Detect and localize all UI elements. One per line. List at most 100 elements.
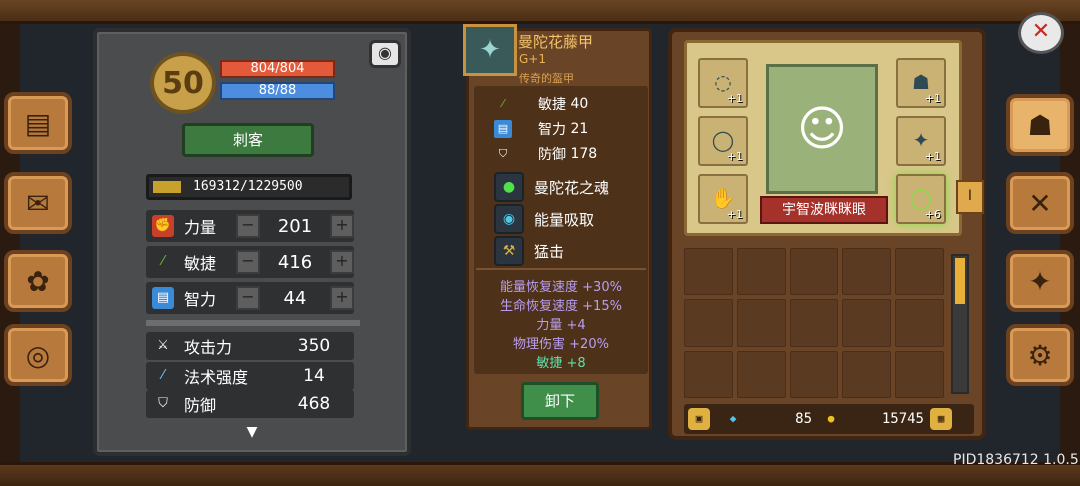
- stat-label: 力量: [184, 218, 217, 237]
- skill-mandala-soul[interactable]: ● 曼陀花之魂: [494, 172, 609, 202]
- chevron-down-icon[interactable]: ▼: [228, 424, 276, 440]
- book-icon: ▤: [152, 287, 174, 309]
- item-stat-intelligence: ▤ 智力 21: [494, 119, 588, 139]
- inventory-slot[interactable]: [684, 350, 733, 398]
- grid-menu-icon[interactable]: ▦: [930, 408, 952, 430]
- increase-button[interactable]: +: [330, 250, 354, 274]
- inventory-slot[interactable]: [789, 299, 839, 347]
- gold-coin-icon: ●: [827, 412, 835, 425]
- item-grade: G+1: [519, 52, 546, 66]
- item-stat-value: 40: [570, 96, 589, 112]
- side-tab-settings[interactable]: ⚙: [1006, 324, 1074, 386]
- gear-icon: ⚙: [1027, 338, 1053, 372]
- scroll-icon: ✉: [26, 186, 50, 220]
- unequip-button[interactable]: 卸下: [521, 382, 599, 420]
- wand-icon: ⁄: [152, 365, 174, 387]
- level-badge: 50: [150, 52, 216, 114]
- version-label: PID1836712 1.0.5: [953, 452, 1079, 468]
- ring-icon: ◯: [711, 128, 735, 152]
- slot-level: +1: [924, 92, 941, 105]
- equip-slot-armor[interactable]: ✦ +1: [896, 116, 946, 166]
- slot-level: +1: [726, 150, 743, 163]
- fist-icon: ✊: [152, 215, 174, 237]
- gauntlet-icon: ✋: [710, 186, 736, 210]
- inventory-slot[interactable]: [895, 350, 944, 398]
- inventory-grid: [684, 248, 944, 398]
- attr-value: 14: [303, 366, 325, 386]
- inventory-slot[interactable]: [842, 350, 892, 398]
- bag-icon[interactable]: ▣: [688, 408, 710, 430]
- equip-slot-helmet[interactable]: ☗ +1: [896, 58, 946, 108]
- shield-icon: ⛉: [498, 147, 508, 160]
- inventory-slot[interactable]: [736, 248, 786, 296]
- green-flame-icon: ●: [494, 172, 524, 202]
- close-icon: ✕: [1031, 19, 1051, 44]
- inventory-slot[interactable]: [842, 299, 892, 347]
- armor-item-icon: ✦: [463, 24, 517, 76]
- helmet-icon: ☗: [912, 70, 930, 94]
- side-tab-pets[interactable]: ✿: [4, 250, 72, 312]
- inventory-scrollbar[interactable]: [951, 254, 969, 394]
- skill-energy-drain[interactable]: ◉ 能量吸取: [494, 204, 594, 234]
- equip-slot-ring[interactable]: ◯ +1: [698, 116, 748, 166]
- attr-row-defense: ⛉ 防御 468: [146, 390, 354, 418]
- item-rarity: 传奇的盔甲: [519, 72, 574, 85]
- character-portrait: ☺: [766, 64, 878, 194]
- decrease-button[interactable]: −: [236, 286, 260, 310]
- item-stat-label: 智力: [538, 122, 566, 138]
- bonus-line: 能量恢复速度 +30%: [500, 280, 622, 295]
- scrollbar-thumb[interactable]: [955, 258, 965, 304]
- compass-icon: ✦: [1028, 264, 1052, 298]
- skill-smash[interactable]: ⚒ 猛击: [494, 236, 564, 266]
- hp-bar: 804/804: [220, 60, 335, 78]
- side-tab-codex[interactable]: ▤: [4, 92, 72, 154]
- inventory-slot[interactable]: [736, 299, 786, 347]
- character-name-banner: 宇智波眯眯眼: [760, 196, 888, 224]
- book-icon: ▤: [24, 106, 52, 140]
- crossed-swords-icon: ✕: [1028, 186, 1052, 220]
- stat-value: 44: [283, 287, 307, 309]
- steering-wheel-icon: ◎: [25, 338, 51, 372]
- item-name: 曼陀花藤甲: [518, 33, 594, 51]
- equip-slot-necklace[interactable]: ◌ +1: [698, 58, 748, 108]
- equip-slot-gloves[interactable]: ✋ +1: [698, 174, 748, 224]
- decrease-button[interactable]: −: [236, 214, 260, 238]
- inventory-slot[interactable]: [789, 248, 839, 296]
- mp-bar: 88/88: [220, 82, 335, 100]
- xp-bar-fill: [153, 181, 181, 193]
- side-tab-controls[interactable]: ◎: [4, 324, 72, 386]
- gem-count: 85: [795, 411, 812, 427]
- camera-icon: ◉: [378, 43, 392, 62]
- equip-slot-accessory[interactable]: ◯ +6: [896, 174, 946, 224]
- glowing-ring-icon: ◯: [909, 186, 933, 210]
- inventory-slot[interactable]: [684, 299, 733, 347]
- attr-value: 350: [297, 336, 331, 356]
- xp-bar: 169312/1229500: [146, 174, 352, 200]
- attr-label: 防御: [184, 396, 217, 415]
- inventory-slot[interactable]: [736, 350, 786, 398]
- increase-button[interactable]: +: [330, 214, 354, 238]
- inventory-slot[interactable]: [895, 248, 944, 296]
- increase-button[interactable]: +: [330, 286, 354, 310]
- stat-row-agility: ⁄ 敏捷 − 416 +: [146, 246, 354, 278]
- side-tab-quests[interactable]: ✉: [4, 172, 72, 234]
- stat-row-intelligence: ▤ 智力 − 44 +: [146, 282, 354, 314]
- inventory-slot[interactable]: [789, 350, 839, 398]
- decrease-button[interactable]: −: [236, 250, 260, 274]
- class-button[interactable]: 刺客: [182, 123, 314, 157]
- attr-value: 468: [297, 394, 331, 414]
- skill-label: 猛击: [534, 242, 565, 261]
- side-tab-talents[interactable]: ✦: [1006, 250, 1074, 312]
- stat-value: 201: [277, 215, 313, 237]
- sword-icon: ⚔: [152, 335, 174, 357]
- screenshot-button[interactable]: ◉: [369, 40, 401, 68]
- equipment-page-tab[interactable]: I: [956, 180, 984, 214]
- inventory-slot[interactable]: [895, 299, 944, 347]
- stat-label: 敏捷: [184, 254, 217, 273]
- inventory-slot[interactable]: [684, 248, 733, 296]
- side-tab-skills[interactable]: ✕: [1006, 172, 1074, 234]
- inventory-slot[interactable]: [842, 248, 892, 296]
- close-button[interactable]: ✕: [1018, 12, 1064, 54]
- side-tab-character[interactable]: ☗: [1006, 94, 1074, 156]
- skill-label: 曼陀花之魂: [534, 178, 610, 197]
